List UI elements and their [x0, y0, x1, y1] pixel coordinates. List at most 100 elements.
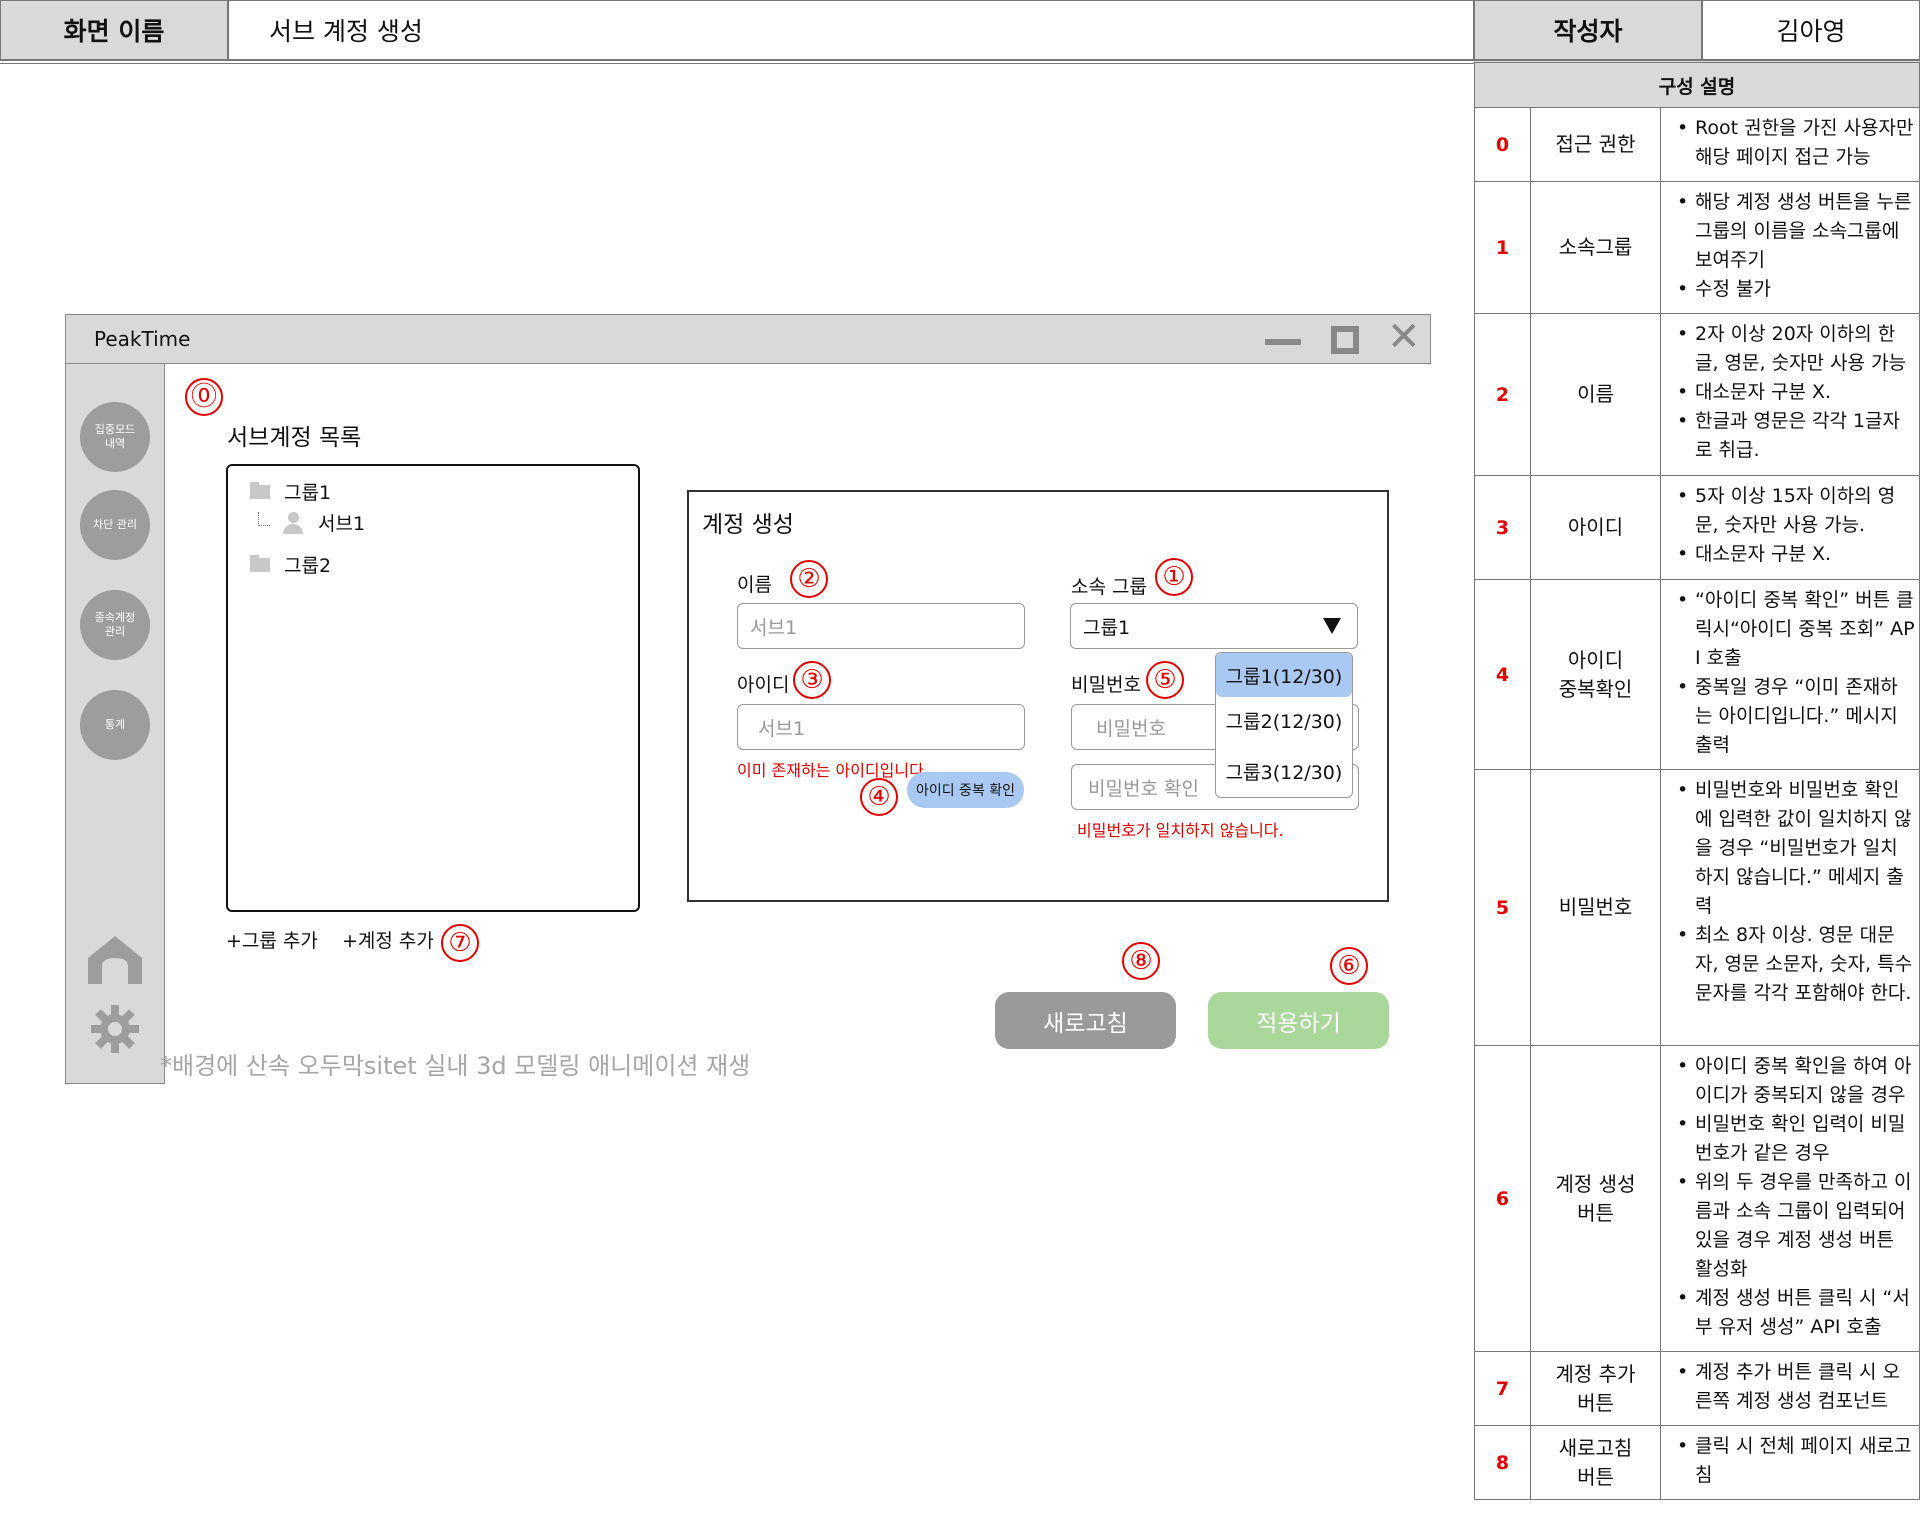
- sidebar-item-block-manage[interactable]: 차단 관리: [80, 490, 150, 560]
- screen-name-value: 서브 계정 생성: [228, 0, 1474, 60]
- id-label: 아이디: [737, 674, 790, 696]
- description-row-body: 아이디 중복 확인을 하여 아이디가 중복되지 않을 경우비밀번호 확인 입력이…: [1661, 1046, 1919, 1351]
- group-option-1[interactable]: 그룹1(12/30): [1216, 653, 1352, 697]
- password-label: 비밀번호: [1071, 674, 1141, 696]
- sub-account-list-title: 서브계정 목록: [227, 425, 362, 451]
- description-row-number: 0: [1475, 108, 1531, 181]
- name-label: 이름: [737, 574, 772, 596]
- sidebar-item-focus-history[interactable]: 집중모드 내역: [80, 402, 150, 472]
- account-create-title: 계정 생성: [702, 512, 794, 538]
- name-input[interactable]: 서브1: [737, 603, 1025, 649]
- description-bullet: 최소 8자 이상. 영문 대문자, 영문 소문자, 숫자, 특수문자를 각각 포…: [1675, 921, 1915, 1008]
- annotation-marker-0: ⓪: [185, 378, 223, 416]
- description-row: 8새로고침 버튼클릭 시 전체 페이지 새로고침: [1474, 1426, 1920, 1500]
- annotation-marker-6: ⑥: [1330, 947, 1368, 985]
- description-table: 구성 설명 0접근 권한Root 권한을 가진 사용자만 해당 페이지 접근 가…: [1474, 60, 1920, 1500]
- description-row-number: 3: [1475, 476, 1531, 579]
- description-row-number: 8: [1475, 1426, 1531, 1499]
- screen-name-label: 화면 이름: [0, 0, 228, 60]
- tree-group-1[interactable]: 그룹1: [250, 478, 331, 505]
- background-note: *배경에 산속 오두막sitet 실내 3d 모델링 애니메이션 재생: [160, 1052, 751, 1080]
- annotation-marker-4: ④: [860, 778, 898, 816]
- tree-branch-line: [258, 512, 270, 526]
- author-value: 김아영: [1702, 0, 1920, 60]
- description-bullet: 한글과 영문은 각각 1글자로 취급.: [1675, 407, 1915, 465]
- annotation-marker-3: ③: [793, 661, 831, 699]
- description-bullet: 5자 이상 15자 이하의 영문, 숫자만 사용 가능.: [1675, 482, 1915, 540]
- description-row-number: 2: [1475, 314, 1531, 475]
- id-error-message: 이미 존재하는 아이디입니다: [737, 761, 924, 780]
- tree-node-label: 서브1: [318, 513, 366, 535]
- author-label: 작성자: [1474, 0, 1702, 60]
- maximize-icon[interactable]: [1331, 326, 1359, 354]
- description-bullet: 중복일 경우 “이미 존재하는 아이디입니다.” 메시지 출력: [1675, 673, 1915, 760]
- description-bullet: “아이디 중복 확인” 버튼 클릭시“아이디 중복 조회” API 호출: [1675, 586, 1915, 673]
- folder-icon: [250, 481, 270, 499]
- description-row: 3아이디5자 이상 15자 이하의 영문, 숫자만 사용 가능.대소문자 구분 …: [1474, 476, 1920, 580]
- sidebar: 집중모드 내역 차단 관리 종속계정 관리 통계: [65, 364, 165, 1084]
- description-row-number: 1: [1475, 182, 1531, 313]
- description-row: 0접근 권한Root 권한을 가진 사용자만 해당 페이지 접근 가능: [1474, 108, 1920, 182]
- add-group-button[interactable]: +그룹 추가: [226, 926, 318, 953]
- description-row: 1소속그룹해당 계정 생성 버튼을 누른 그룹의 이름을 소속그룹에 보여주기수…: [1474, 182, 1920, 314]
- annotation-marker-5: ⑤: [1146, 661, 1184, 699]
- window-titlebar: PeakTime: [65, 314, 1431, 364]
- group-dropdown-list: 그룹1(12/30) 그룹2(12/30) 그룹3(12/30): [1215, 652, 1353, 798]
- description-row: 7계정 추가 버튼계정 추가 버튼 클릭 시 오른쪽 계정 생성 컴포넌트: [1474, 1352, 1920, 1426]
- header-divider: [0, 60, 1474, 64]
- description-bullet: 해당 계정 생성 버튼을 누른 그룹의 이름을 소속그룹에 보여주기: [1675, 188, 1915, 275]
- id-duplicate-check-button[interactable]: 아이디 중복 확인: [907, 772, 1024, 808]
- user-icon: [282, 511, 304, 534]
- tree-group-2[interactable]: 그룹2: [250, 551, 331, 578]
- description-bullet: 수정 불가: [1675, 275, 1915, 304]
- sidebar-item-sub-account[interactable]: 종속계정 관리: [80, 590, 150, 660]
- description-bullet: 위의 두 경우를 만족하고 이름과 소속 그룹이 입력되어 있을 경우 계정 생…: [1675, 1168, 1915, 1284]
- tree-sub-account-1[interactable]: 서브1: [282, 509, 365, 536]
- description-row-name: 아이디: [1531, 476, 1661, 579]
- id-input[interactable]: 서브1: [737, 704, 1025, 750]
- description-row-name: 소속그룹: [1531, 182, 1661, 313]
- description-bullet: 아이디 중복 확인을 하여 아이디가 중복되지 않을 경우: [1675, 1052, 1915, 1110]
- description-bullet: 대소문자 구분 X.: [1675, 378, 1915, 407]
- description-row-name: 이름: [1531, 314, 1661, 475]
- minimize-icon[interactable]: [1265, 326, 1301, 352]
- annotation-marker-8: ⑧: [1122, 942, 1160, 980]
- description-row-body: 비밀번호와 비밀번호 확인에 입력한 값이 일치하지 않을 경우 “비밀번호가 …: [1661, 770, 1919, 1045]
- description-row-name: 아이디 중복확인: [1531, 580, 1661, 769]
- description-row-number: 7: [1475, 1352, 1531, 1425]
- description-bullet: 2자 이상 20자 이하의 한글, 영문, 숫자만 사용 가능: [1675, 320, 1915, 378]
- apply-button[interactable]: 적용하기: [1208, 992, 1389, 1049]
- description-bullet: 계정 추가 버튼 클릭 시 오른쪽 계정 생성 컴포넌트: [1675, 1358, 1915, 1416]
- description-title: 구성 설명: [1474, 60, 1920, 108]
- description-row-body: “아이디 중복 확인” 버튼 클릭시“아이디 중복 조회” API 호출중복일 …: [1661, 580, 1919, 769]
- description-row-body: 2자 이상 20자 이하의 한글, 영문, 숫자만 사용 가능대소문자 구분 X…: [1661, 314, 1919, 475]
- description-bullet: 대소문자 구분 X.: [1675, 540, 1915, 569]
- description-bullet: 계정 생성 버튼 클릭 시 “서부 유저 생성” API 호출: [1675, 1284, 1915, 1342]
- description-row-body: Root 권한을 가진 사용자만 해당 페이지 접근 가능: [1661, 108, 1919, 181]
- tree-node-label: 그룹2: [284, 555, 332, 577]
- description-row: 4아이디 중복확인“아이디 중복 확인” 버튼 클릭시“아이디 중복 조회” A…: [1474, 580, 1920, 770]
- description-row: 5비밀번호비밀번호와 비밀번호 확인에 입력한 값이 일치하지 않을 경우 “비…: [1474, 770, 1920, 1046]
- description-row-body: 해당 계정 생성 버튼을 누른 그룹의 이름을 소속그룹에 보여주기수정 불가: [1661, 182, 1919, 313]
- group-option-3[interactable]: 그룹3(12/30): [1216, 749, 1352, 793]
- annotation-marker-1: ①: [1155, 558, 1193, 596]
- add-account-button[interactable]: +계정 추가: [342, 926, 434, 953]
- gear-icon[interactable]: [90, 1004, 140, 1054]
- group-option-2[interactable]: 그룹2(12/30): [1216, 698, 1352, 742]
- close-icon[interactable]: ✕: [1387, 317, 1423, 357]
- group-select[interactable]: 그룹1: [1070, 603, 1358, 649]
- description-bullet: Root 권한을 가진 사용자만 해당 페이지 접근 가능: [1675, 114, 1915, 172]
- description-row-name: 계정 추가 버튼: [1531, 1352, 1661, 1425]
- sidebar-item-stats[interactable]: 통계: [80, 690, 150, 760]
- description-row-name: 계정 생성 버튼: [1531, 1046, 1661, 1351]
- description-row-name: 비밀번호: [1531, 770, 1661, 1045]
- description-rows: 0접근 권한Root 권한을 가진 사용자만 해당 페이지 접근 가능1소속그룹…: [1474, 108, 1920, 1500]
- password-error-message: 비밀번호가 일치하지 않습니다.: [1077, 821, 1284, 840]
- description-bullet: 비밀번호 확인 입력이 비밀번호가 같은 경우: [1675, 1110, 1915, 1168]
- description-row-body: 5자 이상 15자 이하의 영문, 숫자만 사용 가능.대소문자 구분 X.: [1661, 476, 1919, 579]
- refresh-button[interactable]: 새로고침: [995, 992, 1176, 1049]
- description-row-body: 클릭 시 전체 페이지 새로고침: [1661, 1426, 1919, 1499]
- dropdown-arrow-icon: [1323, 618, 1341, 634]
- description-bullet: 클릭 시 전체 페이지 새로고침: [1675, 1432, 1915, 1490]
- home-icon[interactable]: [86, 934, 144, 984]
